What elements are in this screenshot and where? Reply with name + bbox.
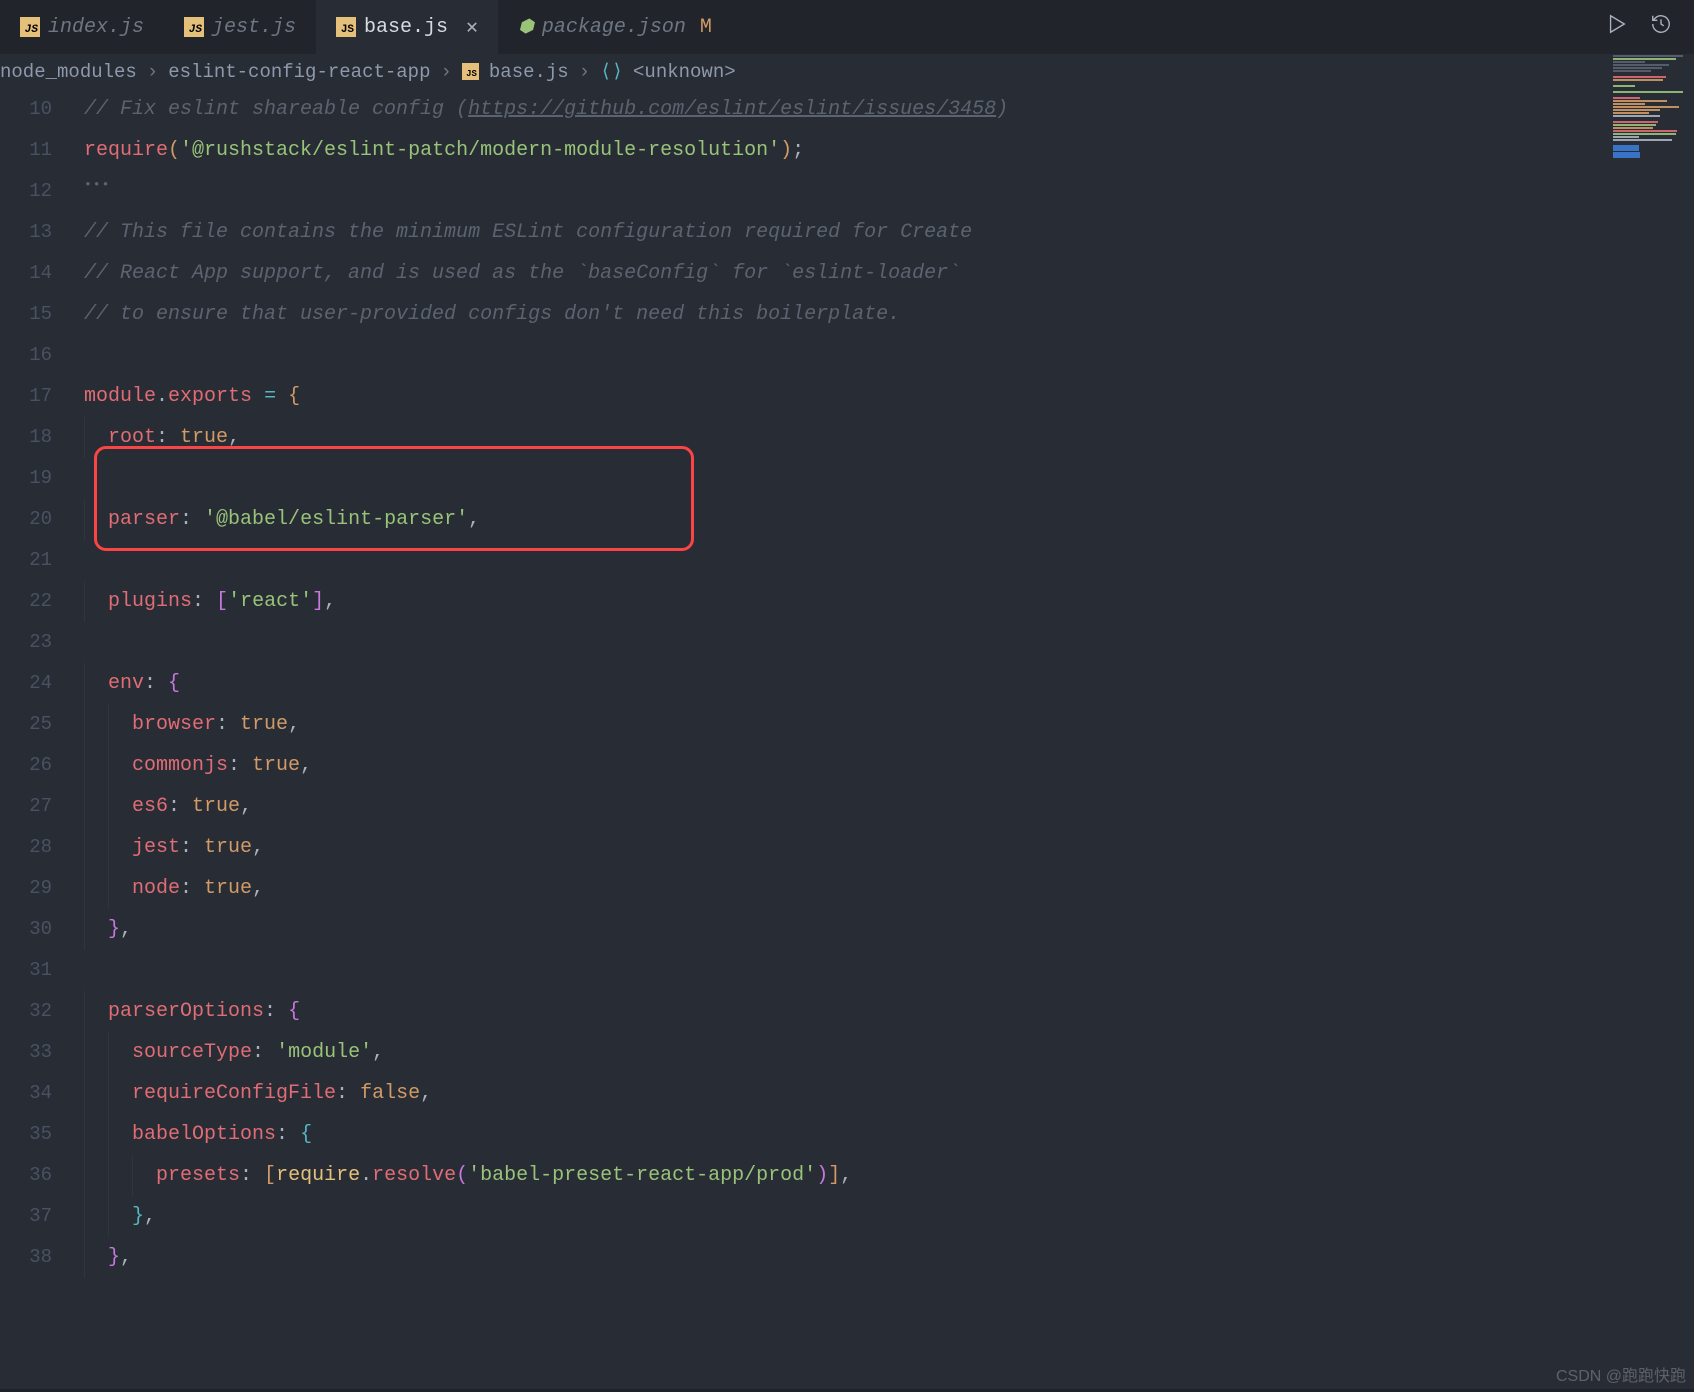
- tab-package[interactable]: ⬢ package.json M: [498, 0, 732, 54]
- crumb-seg[interactable]: base.js: [489, 61, 569, 83]
- history-icon[interactable]: [1650, 13, 1672, 42]
- js-icon: JS: [336, 17, 356, 37]
- symbol-icon: ⟨⟩: [600, 60, 623, 83]
- tab-label: index.js: [48, 16, 144, 39]
- watermark: CSDN @跑跑快跑: [1556, 1362, 1686, 1386]
- crumb-seg[interactable]: node_modules: [0, 61, 137, 83]
- minimap[interactable]: [1609, 54, 1694, 254]
- breadcrumb: node_modules › eslint-config-react-app ›…: [0, 54, 1694, 89]
- chevron-right-icon: ›: [147, 61, 158, 83]
- tab-bar: JS index.js JS jest.js JS base.js ✕ ⬢ pa…: [0, 0, 1694, 54]
- crumb-seg[interactable]: eslint-config-react-app: [168, 61, 430, 83]
- git-modified-badge: M: [700, 16, 712, 39]
- tab-label: jest.js: [212, 16, 296, 39]
- chevron-right-icon: ›: [579, 61, 590, 83]
- js-icon: JS: [184, 17, 204, 37]
- editor-actions: [1584, 0, 1694, 54]
- js-icon: JS: [462, 63, 479, 80]
- run-icon[interactable]: [1606, 13, 1628, 42]
- tab-base[interactable]: JS base.js ✕: [316, 0, 498, 54]
- line-gutter: 1011121314151617181920212223242526272829…: [0, 89, 70, 1389]
- tab-label: base.js: [364, 16, 448, 39]
- code-area[interactable]: // Fix eslint shareable config (https://…: [70, 89, 1694, 1389]
- tab-jest[interactable]: JS jest.js: [164, 0, 316, 54]
- code-editor[interactable]: 1011121314151617181920212223242526272829…: [0, 89, 1694, 1389]
- crumb-seg[interactable]: <unknown>: [633, 61, 736, 83]
- chevron-right-icon: ›: [440, 61, 451, 83]
- json-icon: ⬢: [518, 16, 534, 38]
- js-icon: JS: [20, 17, 40, 37]
- close-icon[interactable]: ✕: [466, 14, 478, 40]
- tab-label: package.json: [542, 16, 686, 39]
- tab-index[interactable]: JS index.js: [0, 0, 164, 54]
